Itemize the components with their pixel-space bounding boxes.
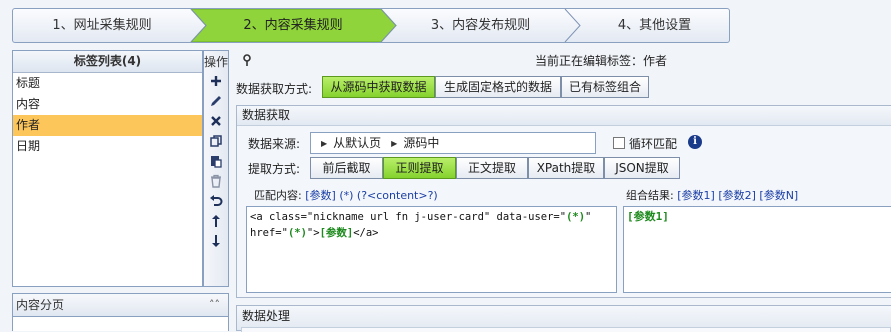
data-processing-title: 数据处理: [242, 309, 291, 323]
edit-icon[interactable]: [204, 91, 228, 111]
code-segment: ">: [306, 227, 320, 239]
tag-item-title[interactable]: 标题: [13, 73, 202, 94]
crumb-default-page[interactable]: 从默认页: [333, 136, 381, 150]
wizard-step-content-rules[interactable]: 2、内容采集规则: [203, 9, 383, 42]
delete-icon[interactable]: [204, 111, 228, 131]
match-content-title: 匹配内容:: [254, 189, 302, 202]
data-processing-body: [241, 327, 891, 332]
match-pattern-textarea[interactable]: <a class="nickname url fn j-user-card" d…: [246, 206, 617, 293]
wizard-step-label: 1、网址采集规则: [52, 18, 152, 33]
extract-json-button[interactable]: JSON提取: [604, 157, 680, 179]
content-paging-body: [12, 317, 229, 331]
extract-regex-button[interactable]: 正则提取: [383, 157, 456, 179]
collapse-chevron-icon[interactable]: ˄˄: [209, 294, 220, 316]
result-textarea[interactable]: [参数1]: [623, 206, 891, 293]
code-wildcard: (*): [566, 211, 586, 223]
data-method-label: 数据获取方式:: [236, 82, 313, 96]
code-param: [参数]: [319, 227, 354, 239]
match-content-label: 匹配内容: [参数] (*) (?<content>?): [254, 187, 438, 203]
tag-item-content[interactable]: 内容: [13, 94, 202, 115]
wizard-step-url-rules[interactable]: 1、网址采集规则: [13, 9, 191, 42]
extract-body-text-button[interactable]: 正文提取: [456, 157, 528, 179]
data-source-label: 数据来源:: [248, 137, 301, 151]
code-segment: </a>: [353, 227, 379, 239]
extract-method-label: 提取方式:: [248, 162, 301, 176]
token-param[interactable]: [参数]: [305, 189, 336, 202]
tag-item-author[interactable]: 作者: [13, 115, 202, 136]
copy-icon[interactable]: [204, 131, 228, 151]
token-content-group[interactable]: (?<content>?): [357, 189, 438, 202]
crumb-arrow-icon: ▶: [321, 139, 328, 148]
result-label: 组合结果: [参数1] [参数2] [参数N]: [626, 187, 798, 203]
content-paging-panel[interactable]: 内容分页 ˄˄: [12, 293, 229, 317]
code-wildcard: (*): [287, 227, 307, 239]
wizard-step-publish-rules[interactable]: 3、内容发布规则: [393, 9, 568, 42]
content-paging-label: 内容分页: [16, 298, 65, 312]
info-icon[interactable]: i: [688, 135, 702, 149]
paste-icon[interactable]: [204, 151, 228, 171]
tag-list: 标签列表(4) 标题 内容 作者 日期: [12, 50, 203, 287]
token-param-n[interactable]: [参数N]: [759, 189, 798, 202]
crumb-source-code[interactable]: 源码中: [403, 136, 439, 150]
tag-item-date[interactable]: 日期: [13, 136, 202, 157]
wizard-step-label: 4、其他设置: [617, 18, 692, 33]
method-fixed-format-button[interactable]: 生成固定格式的数据: [435, 76, 561, 98]
token-param-2[interactable]: [参数2]: [718, 189, 756, 202]
extract-xpath-button[interactable]: XPath提取: [528, 157, 604, 179]
pin-icon[interactable]: [243, 54, 251, 69]
method-combine-tags-button[interactable]: 已有标签组合: [561, 76, 649, 98]
method-from-source-button[interactable]: 从源码中获取数据: [322, 76, 435, 98]
wizard-step-label: 2、内容采集规则: [243, 18, 343, 33]
plus-icon[interactable]: [204, 71, 228, 91]
data-acquisition-title: 数据获取: [237, 106, 891, 126]
token-wildcard[interactable]: (*): [339, 189, 353, 202]
extract-before-after-button[interactable]: 前后截取: [310, 157, 383, 179]
undo-icon[interactable]: [204, 191, 228, 211]
wizard-step-label: 3、内容发布规则: [430, 18, 531, 33]
loop-match-checkbox[interactable]: [613, 137, 625, 149]
wizard-steps: 1、网址采集规则 2、内容采集规则 3、内容发布规则 4、其他设置: [12, 8, 730, 43]
wizard-step-other-settings[interactable]: 4、其他设置: [578, 9, 729, 42]
move-down-icon[interactable]: [204, 231, 228, 251]
data-source-breadcrumb[interactable]: ▶ 从默认页 ▶ 源码中: [310, 132, 596, 154]
data-processing-group: 数据处理: [236, 305, 891, 332]
result-title: 组合结果:: [626, 189, 674, 202]
tag-list-header: 标签列表(4): [13, 51, 202, 73]
operations-title: 操作: [204, 55, 229, 69]
code-segment: <a class="nickname url fn j-user-card" d…: [250, 211, 567, 223]
loop-match-label[interactable]: 循环匹配: [629, 135, 677, 152]
editing-tag-status: 当前正在编辑标签：作者: [535, 54, 668, 68]
token-param-1[interactable]: [参数1]: [677, 189, 715, 202]
operations-toolbar: 操作: [203, 50, 229, 287]
trash-icon[interactable]: [204, 171, 228, 191]
crumb-arrow-icon: ▶: [391, 139, 398, 148]
move-up-icon[interactable]: [204, 211, 228, 231]
